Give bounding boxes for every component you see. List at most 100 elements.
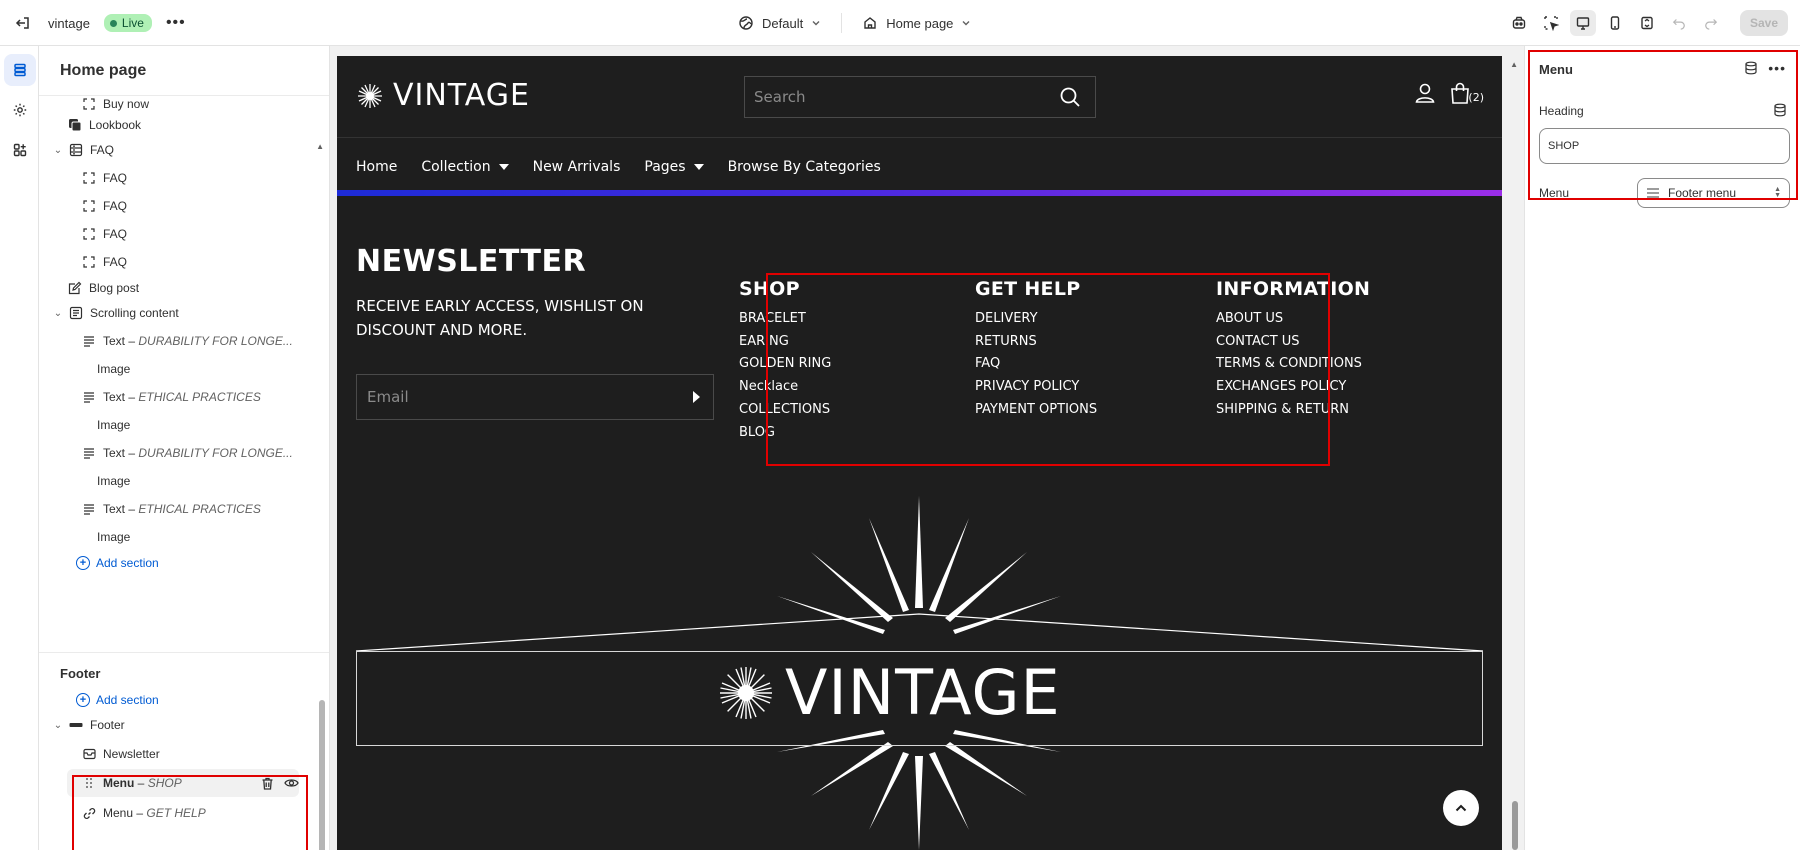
scrolling-content-icon [66,305,86,321]
account-icon[interactable] [1414,82,1436,104]
nav-pages[interactable]: Pages [644,159,704,175]
editor-topbar: vintage Live ••• Default Home page Save [0,0,1800,46]
newsletter-title: NEWSLETTER [356,244,587,279]
globe-icon [739,16,753,30]
chevron-down-icon[interactable]: ⌄ [50,720,66,731]
sidebar-item-blog-post[interactable]: Blog post [65,274,139,302]
desktop-view-icon[interactable] [1569,10,1596,36]
dynamic-source-icon[interactable] [1744,61,1758,75]
preview-scrollbar[interactable] [1512,801,1518,850]
chevron-down-icon [812,21,820,26]
store-logo[interactable]: VINTAGE [357,78,530,113]
back-to-top-button[interactable] [1443,790,1479,826]
sidebar-item-menu-shop[interactable]: Menu – SHOP [67,769,299,797]
settings-panel: Menu ••• Heading Menu Footer menu ▲▼ [1524,46,1800,850]
sidebar-item-lookbook[interactable]: Lookbook [65,111,141,139]
sidebar-item-text[interactable]: Text – DURABILITY FOR LONGE... [79,327,293,355]
sidebar-item-faq[interactable]: FAQ [79,192,127,220]
footer-menu-link[interactable]: SHIPPING & RETURN [1216,399,1370,422]
eye-icon[interactable] [284,777,299,789]
sidebar-item-faq[interactable]: FAQ [79,164,127,192]
sidebar-item-menu-get-help[interactable]: Menu – GET HELP [79,799,206,827]
footer-menu-link[interactable]: RETURNS [975,331,1097,354]
inspector-icon[interactable] [1538,10,1564,36]
newsletter-email-input[interactable]: Email [356,374,714,420]
plus-circle-icon: + [76,693,90,707]
cart-icon[interactable] [1450,82,1470,104]
search-icon[interactable] [1059,86,1081,108]
heading-input[interactable] [1539,128,1790,164]
sections-icon[interactable] [4,54,36,86]
footer-menu-link[interactable]: Necklace [739,376,831,399]
sidebar-title: Home page [39,46,329,96]
nav-new-arrivals[interactable]: New Arrivals [533,159,621,175]
sidebar-item-footer[interactable]: ⌄ Footer [50,711,125,739]
sidebar-scrollbar[interactable] [319,700,325,850]
footer-menu-link[interactable]: DELIVERY [975,308,1097,331]
sidebar-item-image[interactable]: Image [97,467,130,495]
sidekick-icon[interactable] [1506,10,1532,36]
footer-menu-link[interactable]: TERMS & CONDITIONS [1216,353,1370,376]
scroll-up-arrow-icon[interactable]: ▲ [316,142,324,151]
chevron-down-icon[interactable]: ⌄ [50,145,66,156]
dynamic-source-icon[interactable] [1773,103,1787,117]
footer-menu-link[interactable]: FAQ [975,353,1097,376]
add-section-button[interactable]: + Add section [76,549,159,577]
sidebar-item-image[interactable]: Image [97,355,130,383]
footer-menu-link[interactable]: PAYMENT OPTIONS [975,399,1097,422]
fullscreen-view-icon[interactable] [1634,10,1660,36]
theme-settings-icon[interactable] [4,94,36,126]
home-icon [864,17,876,29]
footer-menu-link[interactable]: BRACELET [739,308,831,331]
nav-home[interactable]: Home [356,159,397,175]
add-section-button[interactable]: + Add section [76,686,159,714]
text-icon [79,501,99,517]
save-button[interactable]: Save [1739,10,1788,36]
footer-menu-heading: SHOP [739,278,800,300]
newsletter-subtitle: RECEIVE EARLY ACCESS, WISHLIST ON DISCOU… [356,297,644,339]
sidebar-item-text[interactable]: Text – ETHICAL PRACTICES [79,383,261,411]
sidebar-item-text[interactable]: Text – DURABILITY FOR LONGE... [79,439,293,467]
store-header: VINTAGE Search (2) [337,56,1502,138]
footer-menu-link[interactable]: CONTACT US [1216,331,1370,354]
nav-browse-by-categories[interactable]: Browse By Categories [728,159,881,175]
footer-menu-link[interactable]: ABOUT US [1216,308,1370,331]
link-icon [79,805,99,821]
footer-menu-shop: SHOP BRACELET EARING GOLDEN RING Necklac… [739,278,831,444]
sidebar-item-faq[interactable]: FAQ [79,248,127,276]
theme-selector[interactable]: Default [730,11,829,35]
exit-icon[interactable] [12,12,34,34]
sidebar-item-newsletter[interactable]: Newsletter [79,740,160,768]
chevron-down-icon[interactable]: ⌄ [50,308,66,319]
more-options-icon[interactable]: ••• [166,14,186,32]
footer-icon [66,717,86,733]
more-options-icon[interactable]: ••• [1768,60,1786,76]
footer-menu-link[interactable]: EARING [739,331,831,354]
caret-down-icon [498,164,509,170]
sidebar-item-scrolling-content[interactable]: ⌄ Scrolling content [50,299,179,327]
undo-icon[interactable] [1666,10,1692,36]
nav-collection[interactable]: Collection [421,159,509,175]
footer-menu-link[interactable]: PRIVACY POLICY [975,376,1097,399]
store-preview: VINTAGE Search (2) Home Collection New A… [337,56,1502,850]
footer-menu-link[interactable]: COLLECTIONS [739,399,831,422]
sidebar-item-faq-section[interactable]: ⌄ FAQ [50,136,114,164]
sidebar-item-image[interactable]: Image [97,523,130,551]
store-search-input[interactable]: Search [744,76,1096,118]
redo-icon[interactable] [1698,10,1724,36]
footer-menu-link[interactable]: GOLDEN RING [739,353,831,376]
sidebar-item-text[interactable]: Text – ETHICAL PRACTICES [79,495,261,523]
sunburst-icon [358,83,382,108]
apps-icon[interactable] [4,134,36,166]
submit-arrow-icon[interactable] [691,390,701,404]
scroll-up-arrow-icon[interactable]: ▲ [1510,60,1518,69]
mobile-view-icon[interactable] [1602,10,1628,36]
page-selector[interactable]: Home page [854,11,979,35]
trash-icon[interactable] [261,777,274,790]
sidebar-item-faq[interactable]: FAQ [79,220,127,248]
menu-select[interactable]: Footer menu ▲ ▼ [1637,178,1790,208]
footer-menu-link[interactable]: BLOG [739,422,831,445]
footer-menu-link[interactable]: EXCHANGES POLICY [1216,376,1370,399]
drag-handle-icon[interactable] [79,775,99,791]
sidebar-item-image[interactable]: Image [97,411,130,439]
